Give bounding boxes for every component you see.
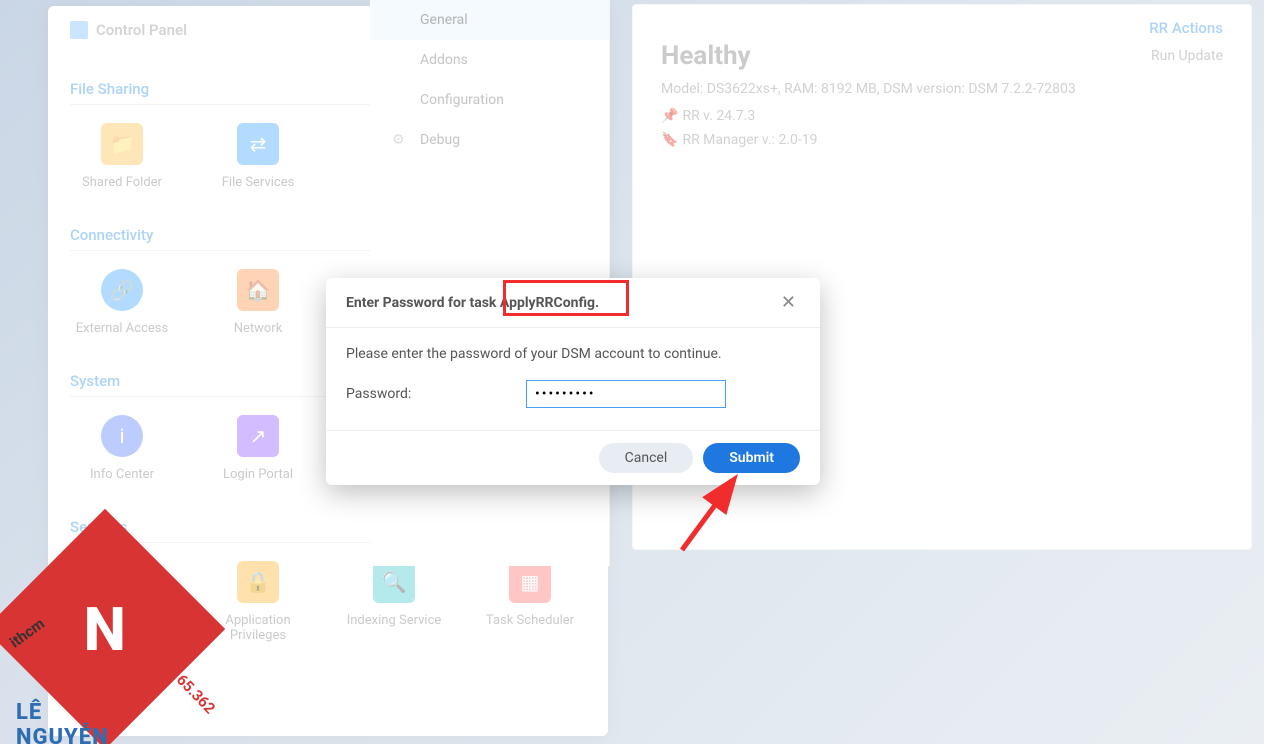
label: Shared Folder <box>82 175 162 190</box>
swap-icon: ⇄ <box>237 123 279 165</box>
close-icon[interactable]: ✕ <box>777 292 800 313</box>
rr-version-text: RR v. 24.7.3 <box>682 108 755 124</box>
label: External Access <box>76 321 168 336</box>
account-icon: 👥 <box>101 561 143 603</box>
calendar-icon: ▦ <box>509 561 551 603</box>
pin-icon: 📌 <box>661 108 678 124</box>
tag-icon: 🔖 <box>661 132 678 148</box>
arrow-out-icon: ↗ <box>237 415 279 457</box>
modal-instruction: Please enter the password of your DSM ac… <box>346 346 800 362</box>
item-external-access[interactable]: 🔗 External Access <box>70 269 174 336</box>
folder-icon: 📁 <box>101 123 143 165</box>
rr-version: 📌RR v. 24.7.3 <box>661 108 1223 124</box>
globe-icon: 🔗 <box>101 269 143 311</box>
modal-header: Enter Password for task ApplyRRConfig. ✕ <box>326 278 820 328</box>
password-input[interactable] <box>526 380 726 408</box>
item-synology-account[interactable]: 👥 Synology Account <box>70 561 174 643</box>
modal-title-prefix: Enter Password for task <box>346 295 496 311</box>
label: Indexing Service <box>347 613 442 628</box>
password-modal: Enter Password for task ApplyRRConfig. ✕… <box>326 278 820 485</box>
password-label: Password: <box>346 386 516 402</box>
label: Synology Account <box>70 613 174 628</box>
submit-button[interactable]: Submit <box>703 443 800 473</box>
modal-body: Please enter the password of your DSM ac… <box>326 328 820 430</box>
rr-actions-link[interactable]: RR Actions <box>661 19 1223 37</box>
info-icon: i <box>101 415 143 457</box>
label: Network <box>234 321 283 336</box>
label: Application Privileges <box>225 613 290 643</box>
label: Task Scheduler <box>486 613 574 628</box>
rr-manager-version: 🔖RR Manager v.: 2.0-19 <box>661 132 1223 148</box>
nav-general[interactable]: General <box>370 0 609 40</box>
lock-icon: 🔒 <box>237 561 279 603</box>
cancel-button[interactable]: Cancel <box>599 443 694 473</box>
rr-manager-text: RR Manager v.: 2.0-19 <box>682 132 817 148</box>
house-icon: 🏠 <box>237 269 279 311</box>
item-info-center[interactable]: i Info Center <box>70 415 174 482</box>
item-task-scheduler[interactable]: ▦ Task Scheduler <box>478 561 582 643</box>
run-update-link[interactable]: Run Update <box>1151 48 1223 64</box>
item-network[interactable]: 🏠 Network <box>206 269 310 336</box>
item-app-privileges[interactable]: 🔒 Application Privileges <box>206 561 310 643</box>
label: Info Center <box>90 467 154 482</box>
item-file-services[interactable]: ⇄ File Services <box>206 123 310 190</box>
item-shared-folder[interactable]: 📁 Shared Folder <box>70 123 174 190</box>
services-row: 👥 Synology Account 🔒 Application Privilege… <box>70 561 586 643</box>
label: File Services <box>222 175 295 190</box>
nav-addons[interactable]: Addons <box>370 40 609 80</box>
rr-model-info: Model: DS3622xs+, RAM: 8192 MB, DSM vers… <box>661 79 1223 100</box>
modal-task-name: ApplyRRConfig. <box>500 295 599 311</box>
item-indexing-service[interactable]: 🔍 Indexing Service <box>342 561 446 643</box>
modal-title: Enter Password for task ApplyRRConfig. <box>346 295 599 311</box>
modal-footer: Cancel Submit <box>326 430 820 485</box>
nav-debug[interactable]: Debug <box>370 120 609 160</box>
item-login-portal[interactable]: ↗ Login Portal <box>206 415 310 482</box>
search-icon: 🔍 <box>373 561 415 603</box>
label: Login Portal <box>223 467 293 482</box>
control-panel-title: Control Panel <box>96 21 187 39</box>
rr-status-healthy: Healthy <box>661 41 751 71</box>
nav-configuration[interactable]: Configuration <box>370 80 609 120</box>
control-panel-icon <box>70 21 88 39</box>
